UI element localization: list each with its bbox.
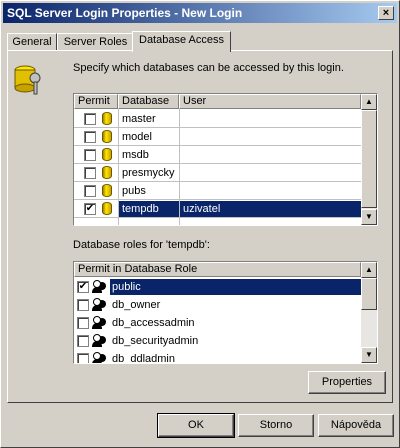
scroll-down-icon[interactable]: ▼ [361,347,377,363]
tab-server-roles[interactable]: Server Roles [57,33,134,51]
role-checkbox[interactable] [77,335,89,347]
role-icon [92,316,106,330]
col-header-database[interactable]: Database [118,94,179,109]
close-icon[interactable]: × [378,6,394,20]
permit-checkbox[interactable] [84,113,96,125]
permit-checkbox[interactable] [84,167,96,179]
ok-button[interactable]: OK [157,413,235,438]
database-name: msdb [122,149,149,161]
database-icon [102,130,112,143]
database-icon [102,148,112,161]
database-list[interactable]: Permit Database User master model msdb pres… [73,93,378,226]
scroll-up-icon[interactable]: ▲ [361,94,377,110]
roles-list[interactable]: Permit in Database Role ✔ public db_ownerd… [73,261,378,364]
scroll-down-icon[interactable]: ▼ [361,209,377,225]
user-name [180,111,361,127]
scroll-thumb[interactable] [361,278,377,310]
col-header-user[interactable]: User [179,94,361,109]
list-item[interactable]: db_owner [74,296,361,314]
user-name [180,129,361,145]
roles-scrollbar[interactable]: ▲ ▼ [361,262,377,363]
title-bar: SQL Server Login Properties - New Login … [3,3,397,23]
role-checkbox[interactable] [77,353,89,363]
cancel-button[interactable]: Storno [238,414,314,437]
role-name: db_securityadmin [112,335,199,347]
user-name: uzivatel [180,201,361,217]
role-name: db_ddladmin [112,353,175,364]
database-icon [102,202,112,215]
database-icon [102,112,112,125]
database-name: tempdb [119,201,179,217]
help-button[interactable]: Nápověda [318,414,394,437]
list-item[interactable]: db_securityadmin [74,332,361,350]
list-item[interactable]: ✔ public [74,278,361,296]
roles-label: Database roles for 'tempdb': [73,239,210,251]
role-icon [92,334,106,348]
role-icon [92,298,106,312]
role-icon [92,352,106,363]
user-name [180,147,361,163]
grid-divider [118,109,119,225]
list-item[interactable]: db_ddladmin [74,350,361,364]
database-name: master [122,113,156,125]
permit-checkbox[interactable] [84,131,96,143]
col-header-permit[interactable]: Permit [74,94,118,109]
database-icon [102,184,112,197]
window-title: SQL Server Login Properties - New Login [7,6,243,20]
permit-checkbox[interactable] [84,149,96,161]
instruction-text: Specify which databases can be accessed … [73,62,344,74]
database-name: pubs [122,185,146,197]
scroll-up-icon[interactable]: ▲ [361,262,377,278]
database-name: model [122,131,152,143]
role-checkbox[interactable] [77,317,89,329]
tab-database-access[interactable]: Database Access [132,31,231,52]
tab-general[interactable]: General [7,33,57,51]
scroll-thumb[interactable] [361,110,377,208]
login-properties-window: SQL Server Login Properties - New Login … [0,0,400,448]
grid-divider [179,109,180,225]
role-name: db_accessadmin [112,317,195,329]
role-checkbox[interactable] [77,299,89,311]
role-icon [92,280,106,294]
user-name [180,165,361,181]
permit-checkbox[interactable] [84,185,96,197]
user-name [180,183,361,199]
list-item[interactable]: db_accessadmin [74,314,361,332]
db-scrollbar[interactable]: ▲ ▼ [361,94,377,225]
database-access-panel: Specify which databases can be accessed … [7,50,393,403]
role-checkbox[interactable]: ✔ [77,281,89,293]
database-name: presmycky [122,167,175,179]
role-name: public [110,279,361,295]
properties-button[interactable]: Properties [308,371,386,394]
role-name: db_owner [112,299,161,311]
database-key-icon [14,65,41,95]
permit-checkbox[interactable]: ✔ [84,203,96,215]
database-icon [102,166,112,179]
col-header-role[interactable]: Permit in Database Role [74,262,361,277]
